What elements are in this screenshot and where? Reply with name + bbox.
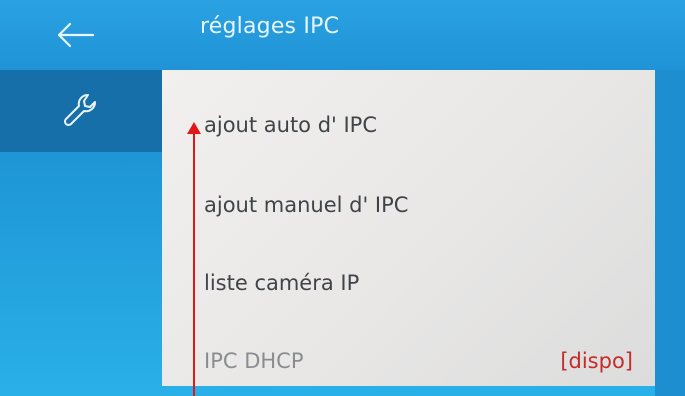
- menu-item-label: ajout auto d' IPC: [204, 113, 378, 137]
- annotation-arrow-head-icon: [187, 122, 201, 134]
- menu-item-label: ajout manuel d' IPC: [204, 193, 409, 217]
- sidebar: [0, 70, 162, 396]
- title-bar: réglages IPC: [0, 0, 685, 70]
- menu-item-label: liste caméra IP: [204, 271, 360, 295]
- wrench-icon: [63, 93, 97, 127]
- ipc-settings-screen: réglages IPC ajout auto d' IPC ajout man…: [0, 0, 685, 396]
- sidebar-item-settings[interactable]: [0, 70, 162, 152]
- menu-item-ip-camera-list[interactable]: liste caméra IP: [162, 244, 655, 322]
- arrow-left-icon: [57, 22, 95, 48]
- screen-edge-bottom: [162, 386, 655, 396]
- dhcp-status-value: [dispo]: [560, 349, 633, 373]
- settings-menu: ajout auto d' IPC ajout manuel d' IPC li…: [162, 70, 655, 386]
- page-title: réglages IPC: [200, 14, 340, 39]
- back-button[interactable]: [38, 12, 114, 58]
- screen-edge-right: [655, 70, 685, 396]
- menu-item-manual-add-ipc[interactable]: ajout manuel d' IPC: [162, 166, 655, 244]
- menu-item-auto-add-ipc[interactable]: ajout auto d' IPC: [162, 86, 655, 164]
- annotation-arrow-line: [193, 130, 195, 396]
- menu-item-ipc-dhcp[interactable]: IPC DHCP [dispo]: [162, 322, 655, 396]
- menu-item-label: IPC DHCP: [204, 349, 304, 373]
